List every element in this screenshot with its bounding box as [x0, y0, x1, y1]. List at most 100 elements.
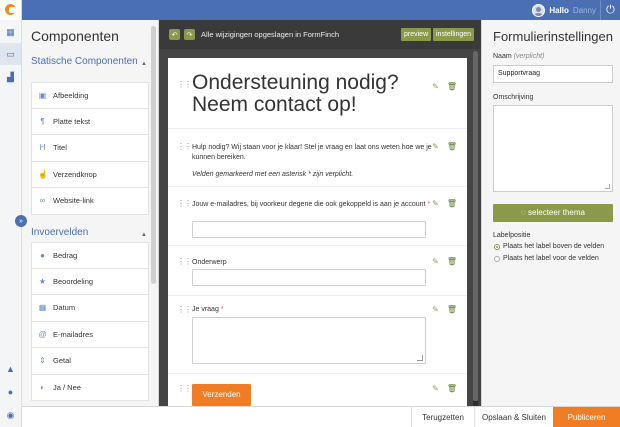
- component-ja-nee[interactable]: ◐ Ja / Nee: [31, 374, 149, 401]
- greeting: Hallo: [549, 5, 569, 15]
- redo-icon[interactable]: ↷: [184, 29, 195, 40]
- select-theme-button[interactable]: ◌ selecteer thema: [493, 204, 613, 222]
- block-actions: ✎ 🗑: [432, 199, 457, 208]
- user-menu[interactable]: Hallo Danny: [532, 0, 596, 20]
- component-platte-tekst[interactable]: ¶ Platte tekst: [31, 108, 149, 135]
- radio-label: Plaats het label boven de velden: [503, 243, 605, 250]
- chart-icon[interactable]: ▟: [0, 66, 21, 88]
- block-actions: ✎ 🗑: [432, 384, 457, 393]
- input-fields-label: Invoervelden: [31, 227, 89, 238]
- undo-icon[interactable]: ↶: [169, 29, 180, 40]
- block-actions: ✎ 🗑: [432, 142, 457, 151]
- editor-scrollbar[interactable]: [473, 51, 478, 406]
- power-icon[interactable]: ⏻: [600, 0, 620, 20]
- components-panel: Componenten Statische Componenten ▲ ▣ Afb…: [22, 20, 159, 406]
- component-datum[interactable]: ▦ Datum: [31, 295, 149, 322]
- pencil-icon[interactable]: ✎: [432, 257, 439, 266]
- component-label: Verzendknop: [53, 169, 97, 179]
- trash-icon[interactable]: 🗑: [447, 305, 457, 314]
- radio-label-above[interactable]: Plaats het label boven de velden: [494, 243, 604, 250]
- calendar-icon: ▦: [38, 303, 47, 313]
- description-textarea[interactable]: [493, 105, 613, 192]
- divider: [168, 295, 467, 296]
- radio-label: Plaats het label voor de velden: [503, 255, 599, 262]
- drag-handle-icon[interactable]: ⋮⋮: [177, 80, 192, 89]
- components-title: Componenten: [31, 28, 119, 44]
- component-website-link[interactable]: ∞ Website-link: [31, 188, 149, 215]
- name-input[interactable]: Supportvraag: [493, 65, 613, 83]
- required-note[interactable]: Velden gemarkeerd met een asterisk * zij…: [192, 170, 432, 180]
- component-titel[interactable]: H Titel: [31, 135, 149, 162]
- bell-icon[interactable]: ▲: [0, 358, 21, 380]
- question-field-label: Je vraag *: [192, 305, 432, 315]
- pencil-icon[interactable]: ✎: [432, 305, 439, 314]
- trash-icon[interactable]: 🗑: [447, 82, 457, 91]
- drag-handle-icon[interactable]: ⋮⋮: [177, 257, 192, 266]
- trash-icon[interactable]: 🗑: [447, 199, 457, 208]
- top-bar: Hallo Danny ⏻: [0, 0, 620, 20]
- settings-title: Formulierinstellingen: [493, 29, 613, 44]
- drag-handle-icon[interactable]: ⋮⋮: [177, 384, 192, 393]
- radio-dot[interactable]: [494, 255, 500, 262]
- bottom-bar: Terugzetten Opslaan & Sluiten Publiceren: [22, 406, 620, 427]
- component-bedrag[interactable]: ● Bedrag: [31, 242, 149, 269]
- expand-panel-icon[interactable]: »: [15, 215, 27, 227]
- divider: [168, 128, 467, 129]
- name-label: Naam (verplicht): [493, 53, 544, 60]
- user-icon[interactable]: ◉: [0, 404, 21, 426]
- at-icon: @: [38, 329, 47, 339]
- required-asterisk: *: [427, 201, 431, 208]
- input-fields-header[interactable]: Invoervelden ▲: [31, 227, 147, 238]
- trash-icon[interactable]: 🗑: [447, 384, 457, 393]
- email-field[interactable]: [192, 221, 426, 238]
- submit-button[interactable]: Verzenden: [192, 384, 251, 406]
- static-components-header[interactable]: Statische Componenten ▲: [31, 56, 147, 67]
- settings-button[interactable]: instellingen: [433, 28, 475, 41]
- components-scrollbar[interactable]: [151, 26, 156, 284]
- reset-button[interactable]: Terugzetten: [411, 407, 474, 427]
- publish-button[interactable]: Publiceren: [553, 407, 620, 427]
- subject-field[interactable]: [192, 269, 426, 286]
- pencil-icon[interactable]: ✎: [432, 82, 439, 91]
- pencil-icon[interactable]: ✎: [432, 384, 439, 393]
- radio-label-before[interactable]: Plaats het label voor de velden: [494, 255, 599, 262]
- star-icon: ★: [38, 276, 47, 286]
- component-verzendknop[interactable]: ☝ Verzendknop: [31, 161, 149, 188]
- drag-handle-icon[interactable]: ⋮⋮: [177, 142, 192, 151]
- static-components-label: Statische Componenten: [31, 56, 138, 67]
- email-label-text: Jouw e-mailadres, bij voorkeur degene di…: [192, 201, 426, 208]
- block-actions: ✎ 🗑: [432, 305, 457, 314]
- palette-icon: ◌: [521, 208, 526, 217]
- question-textarea[interactable]: [192, 317, 426, 364]
- drag-handle-icon[interactable]: ⋮⋮: [177, 199, 192, 208]
- name-label-text: Naam: [493, 53, 512, 60]
- component-label: Website-link: [53, 196, 94, 206]
- component-afbeelding[interactable]: ▣ Afbeelding: [31, 82, 149, 109]
- intro-text[interactable]: Hulp nodig? Wij staan voor je klaar! Ste…: [192, 143, 432, 163]
- theme-button-label: selecteer thema: [528, 208, 585, 217]
- app-logo[interactable]: [0, 0, 22, 20]
- radio-dot[interactable]: [494, 243, 500, 250]
- component-label: Beoordeling: [53, 276, 94, 286]
- save-close-button[interactable]: Opslaan & Sluiten: [474, 407, 553, 427]
- collapse-arrow-icon[interactable]: ▲: [141, 59, 147, 70]
- drag-handle-icon[interactable]: ⋮⋮: [177, 305, 192, 314]
- pencil-icon[interactable]: ✎: [432, 199, 439, 208]
- sort-icon: ⇕: [39, 356, 46, 366]
- dashboard-icon[interactable]: ▦: [0, 21, 21, 43]
- chat-icon[interactable]: ●: [0, 381, 21, 403]
- document-icon[interactable]: ▭: [0, 43, 21, 65]
- toggle-icon: ◐: [40, 382, 45, 392]
- scrollbar-thumb[interactable]: [473, 51, 478, 401]
- component-beoordeling[interactable]: ★ Beoordeling: [31, 268, 149, 295]
- thumbs-up-icon: ☝: [38, 169, 48, 179]
- collapse-arrow-icon[interactable]: ▲: [141, 230, 147, 241]
- trash-icon[interactable]: 🗑: [447, 257, 457, 266]
- form-title[interactable]: Ondersteuning nodig? Neem contact op!: [192, 72, 422, 116]
- component-e-mailadres[interactable]: @ E-mailadres: [31, 321, 149, 348]
- description-label: Omschrijving: [493, 94, 534, 101]
- preview-button[interactable]: preview: [401, 28, 432, 41]
- component-getal[interactable]: ⇕ Getal: [31, 348, 149, 375]
- trash-icon[interactable]: 🗑: [447, 142, 457, 151]
- pencil-icon[interactable]: ✎: [432, 142, 439, 151]
